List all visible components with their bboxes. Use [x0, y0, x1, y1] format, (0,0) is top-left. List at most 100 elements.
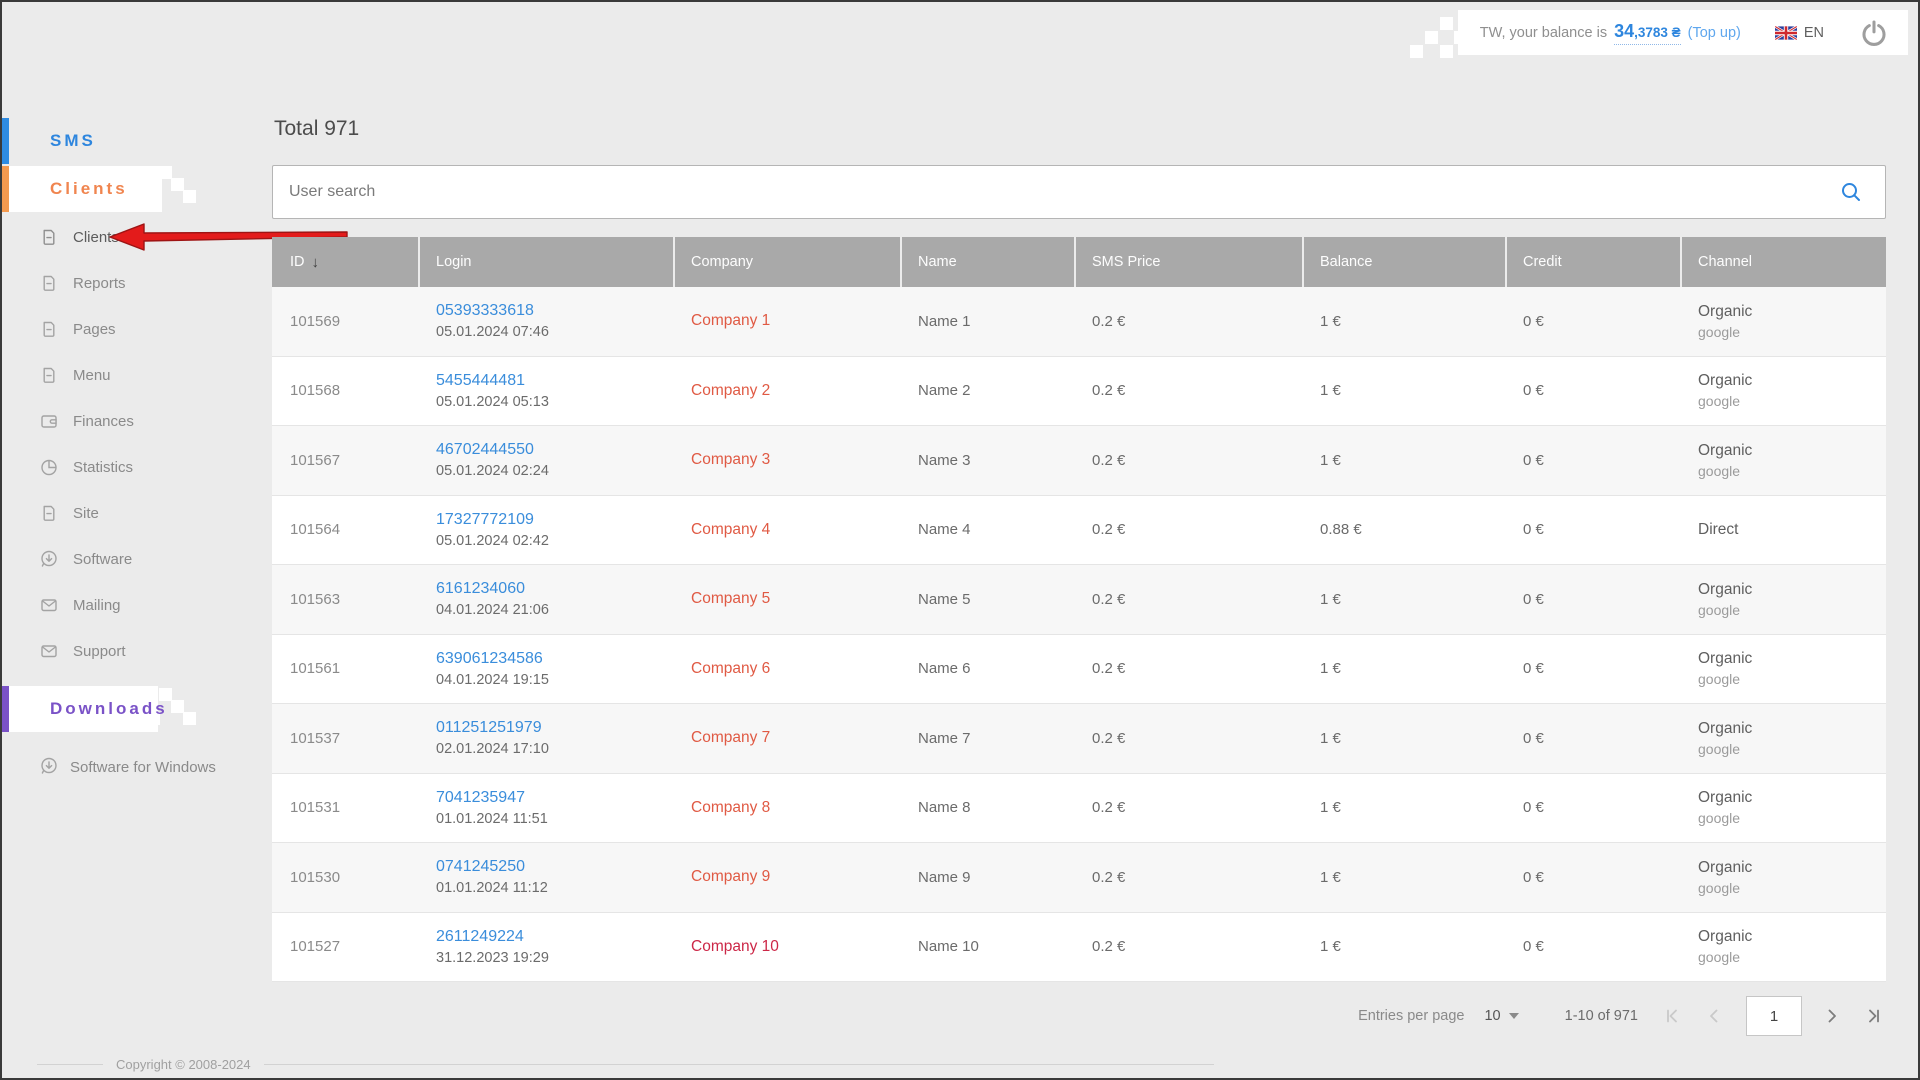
sidebar-item-software-for-windows[interactable]: Software for Windows [2, 754, 227, 781]
cell-login: 0539333361805.01.2024 07:46 [420, 302, 675, 340]
balance-whole: 34 [1614, 21, 1634, 41]
login-date: 04.01.2024 21:06 [436, 602, 675, 618]
table-row: 1015674670244455005.01.2024 02:24Company… [272, 426, 1886, 496]
page-range-label: 1-10 of 971 [1565, 1008, 1638, 1024]
cell-balance: 1 € [1304, 730, 1507, 747]
company-link[interactable]: Company 4 [691, 521, 770, 538]
previous-page-button[interactable] [1706, 1008, 1722, 1024]
envelope-icon [39, 595, 59, 615]
login-link[interactable]: 5455444481 [436, 372, 525, 390]
section-indicator-bar [2, 166, 9, 212]
sidebar-item-pages[interactable]: Pages [2, 306, 272, 352]
login-link[interactable]: 6161234060 [436, 580, 525, 598]
company-link[interactable]: Company 2 [691, 382, 770, 399]
sidebar-item-statistics[interactable]: Statistics [2, 444, 272, 490]
search-input[interactable] [273, 166, 1839, 218]
cell-name: Name 7 [902, 730, 1076, 747]
login-link[interactable]: 46702444550 [436, 441, 534, 459]
sidebar-item-mailing[interactable]: Mailing [2, 582, 272, 628]
cell-channel: Organicgoogle [1682, 442, 1886, 479]
column-header-channel[interactable]: Channel [1682, 237, 1886, 287]
sidebar-section-sms[interactable]: SMS [2, 118, 162, 164]
cell-balance: 1 € [1304, 799, 1507, 816]
cell-balance: 1 € [1304, 660, 1507, 677]
admin-window: TW, your balance is 34,3783 ₴ (Top up) E… [0, 0, 1920, 1080]
channel-type: Organic [1698, 442, 1886, 460]
cell-company: Company 3 [675, 451, 902, 469]
column-header-login[interactable]: Login [420, 237, 675, 287]
column-header-sms-price[interactable]: SMS Price [1076, 237, 1304, 287]
login-link[interactable]: 0741245250 [436, 858, 525, 876]
cell-channel: Organicgoogle [1682, 720, 1886, 757]
topbar: TW, your balance is 34,3783 ₴ (Top up) E… [1458, 10, 1908, 55]
sidebar-section-clients[interactable]: Clients [2, 166, 162, 212]
cell-name: Name 2 [902, 382, 1076, 399]
column-header-balance[interactable]: Balance [1304, 237, 1507, 287]
company-link[interactable]: Company 7 [691, 729, 770, 746]
cell-name: Name 4 [902, 521, 1076, 538]
cell-name: Name 10 [902, 938, 1076, 955]
cell-login: 261124922431.12.2023 19:29 [420, 928, 675, 966]
balance-fraction: ,3783 ₴ [1634, 25, 1681, 40]
first-page-button[interactable] [1664, 1008, 1680, 1024]
search-icon[interactable] [1839, 180, 1863, 204]
sidebar-item-site[interactable]: Site [2, 490, 272, 536]
sidebar-item-label: Statistics [73, 459, 133, 476]
clients-table: ID ↓ Login Company Name SMS Price Balanc… [272, 237, 1886, 982]
section-label: SMS [50, 131, 96, 151]
company-link[interactable]: Company 10 [691, 938, 779, 955]
current-page-indicator[interactable]: 1 [1746, 996, 1802, 1036]
cell-name: Name 5 [902, 591, 1076, 608]
last-page-button[interactable] [1866, 1008, 1882, 1024]
cell-id: 101564 [272, 521, 420, 538]
column-header-id[interactable]: ID ↓ [272, 237, 420, 287]
company-link[interactable]: Company 6 [691, 660, 770, 677]
cell-sms-price: 0.2 € [1076, 799, 1304, 816]
cell-sms-price: 0.2 € [1076, 591, 1304, 608]
channel-type: Organic [1698, 859, 1886, 877]
column-header-name[interactable]: Name [902, 237, 1076, 287]
balance-prefix-label: TW, your balance is [1480, 25, 1607, 41]
sidebar-section-downloads[interactable]: Downloads [2, 686, 158, 732]
cell-company: Company 4 [675, 521, 902, 539]
sidebar-item-reports[interactable]: Reports [2, 260, 272, 306]
column-header-company[interactable]: Company [675, 237, 902, 287]
login-link[interactable]: 05393333618 [436, 302, 534, 320]
table-row: 101527261124922431.12.2023 19:29Company … [272, 913, 1886, 983]
sidebar-item-clients[interactable]: Clients [2, 214, 272, 260]
sidebar-item-support[interactable]: Support [2, 628, 272, 674]
login-link[interactable]: 639061234586 [436, 650, 543, 668]
logout-power-button[interactable] [1860, 18, 1890, 48]
company-link[interactable]: Company 1 [691, 312, 770, 329]
language-selector[interactable]: EN [1775, 25, 1824, 41]
cell-id: 101569 [272, 313, 420, 330]
column-header-credit[interactable]: Credit [1507, 237, 1682, 287]
cell-login: 4670244455005.01.2024 02:24 [420, 441, 675, 479]
sidebar-item-label: Pages [73, 321, 116, 338]
balance-link[interactable]: 34,3783 ₴ [1614, 21, 1681, 45]
login-date: 02.01.2024 17:10 [436, 741, 675, 757]
document-icon [39, 227, 59, 247]
company-link[interactable]: Company 3 [691, 451, 770, 468]
channel-source: google [1698, 393, 1886, 409]
top-up-link[interactable]: (Top up) [1688, 25, 1741, 41]
cell-name: Name 1 [902, 313, 1076, 330]
sidebar-item-finances[interactable]: Finances [2, 398, 272, 444]
column-label: Credit [1523, 254, 1562, 270]
cell-company: Company 2 [675, 382, 902, 400]
sidebar-item-label: Software [73, 551, 132, 568]
page-size-select[interactable]: 10 [1484, 1008, 1518, 1024]
copyright-label: Copyright © 2008-2024 [116, 1057, 251, 1072]
sidebar-item-software[interactable]: Software [2, 536, 272, 582]
login-link[interactable]: 17327772109 [436, 511, 534, 529]
company-link[interactable]: Company 5 [691, 590, 770, 607]
sidebar-item-menu[interactable]: Menu [2, 352, 272, 398]
company-link[interactable]: Company 9 [691, 868, 770, 885]
next-page-button[interactable] [1824, 1008, 1840, 1024]
company-link[interactable]: Company 8 [691, 799, 770, 816]
login-link[interactable]: 7041235947 [436, 789, 525, 807]
cell-sms-price: 0.2 € [1076, 869, 1304, 886]
login-link[interactable]: 2611249224 [436, 928, 524, 946]
login-link[interactable]: 011251251979 [436, 719, 542, 737]
channel-source: google [1698, 671, 1886, 687]
